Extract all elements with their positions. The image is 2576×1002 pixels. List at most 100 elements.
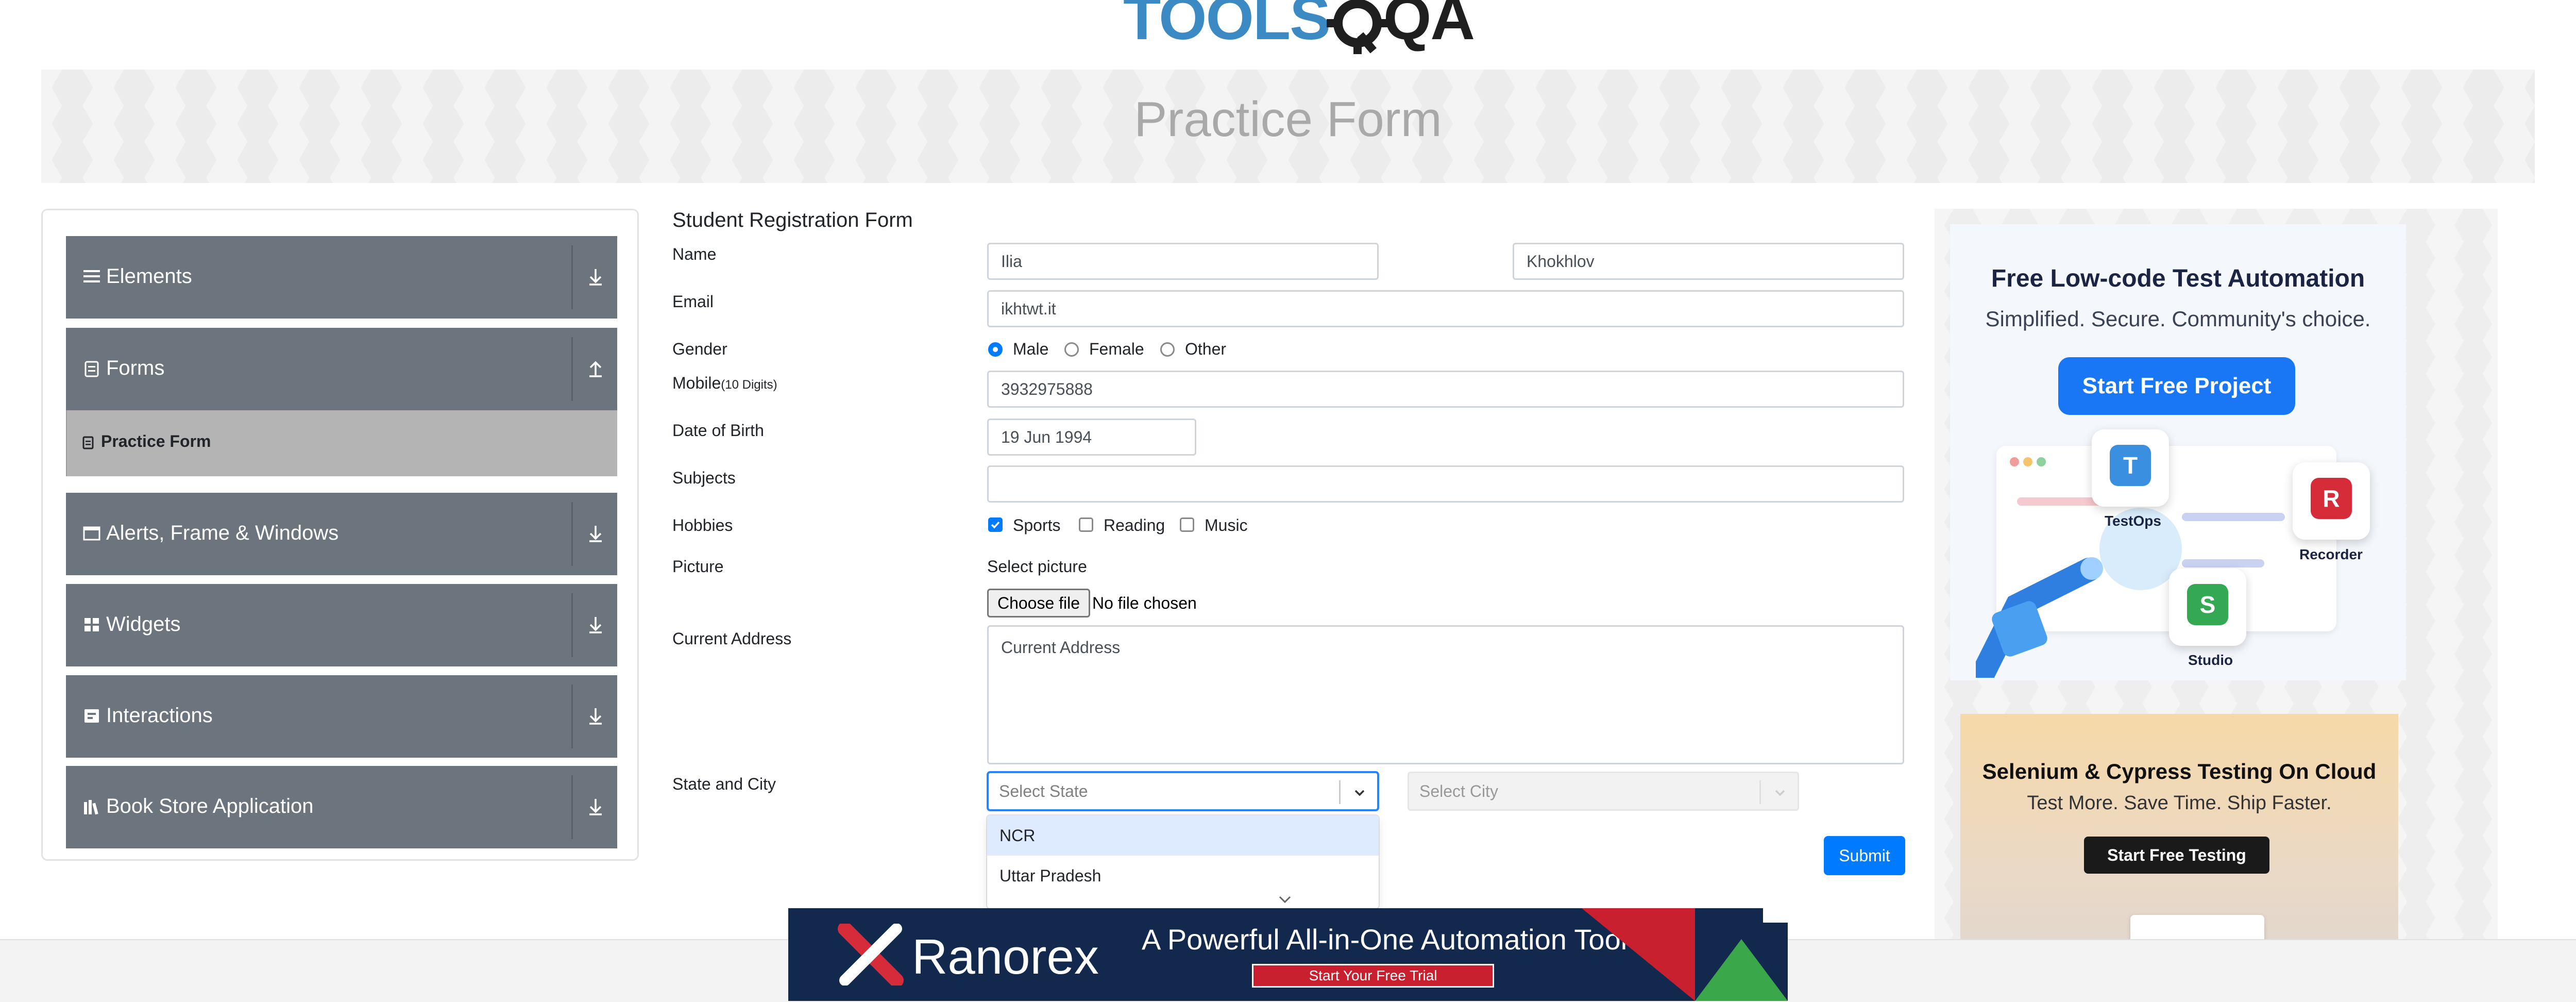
subjects-input[interactable] [987,465,1904,503]
decorative-triangle [1695,939,1788,1001]
grid-icon [84,618,99,631]
sidebar-item-label: Practice Form [101,432,211,450]
start-free-project-button[interactable]: Start Free Project [2058,357,2295,415]
sidebar-group-widgets[interactable]: Widgets [66,584,617,666]
document-icon [82,436,94,449]
mobile-input[interactable]: 3932975888 [987,371,1904,408]
form-icon [84,361,99,377]
recorder-caption: Recorder [2299,546,2363,562]
hobby-music-checkbox[interactable] [1180,517,1194,532]
state-select[interactable]: Select State [987,772,1379,811]
interaction-icon [84,709,99,723]
sidebar-group-label: Book Store Application [106,795,314,817]
hobby-sports-label[interactable]: Sports [1013,516,1060,535]
ad-subtitle: Test More. Save Time. Ship Faster. [2027,792,2332,814]
sidebar-group-label: Forms [106,357,165,379]
gender-female-radio[interactable] [1064,342,1079,357]
email-input[interactable]: ikhtwt.it [987,290,1904,327]
recorder-logo-icon: R [2311,478,2352,519]
state-select-placeholder: Select State [999,782,1088,800]
gender-other-radio[interactable] [1160,342,1175,357]
dob-input[interactable]: 19 Jun 1994 [987,419,1196,456]
logo-suffix: QA [1383,0,1475,53]
start-free-trial-button[interactable]: Start Your Free Trial [1252,964,1494,988]
current-address-textarea[interactable]: Current Address [987,625,1904,764]
mobile-hint: (10 Digits) [721,378,777,392]
download-arrow-icon [589,526,602,542]
form-title: Student Registration Form [672,209,913,231]
mobile-label-text: Mobile [672,374,721,392]
dot [2037,457,2046,466]
ad-title: Selenium & Cypress Testing On Cloud [1982,759,2377,783]
state-option-uttar-pradesh[interactable]: Uttar Pradesh [987,856,1379,896]
hobby-reading-label[interactable]: Reading [1104,516,1165,535]
bar [2182,513,2285,521]
toolsqa-logo[interactable]: TOOLS QA [1123,0,1475,57]
state-option-ncr[interactable]: NCR [987,815,1379,856]
gender-male-label[interactable]: Male [1013,340,1048,359]
hamburger-icon [83,270,100,282]
ad-subtitle: Simplified. Secure. Community's choice. [1985,307,2371,331]
gender-other-label[interactable]: Other [1185,340,1226,359]
hobbies-label: Hobbies [672,516,733,535]
ranorex-ad[interactable]: Ranorex A Powerful All-in-One Automation… [788,908,1788,1001]
hobby-music-label[interactable]: Music [1205,516,1248,535]
first-name-input[interactable]: Ilia [987,243,1379,280]
gender-male-radio[interactable] [988,342,1003,357]
studio-tile: S [2169,569,2246,646]
svg-text:T: T [2123,452,2138,479]
start-free-testing-button[interactable]: Start Free Testing [2084,837,2269,874]
sidebar-group-forms[interactable]: Forms [66,328,617,410]
select-picture-label: Select picture [987,557,1087,576]
testops-tile: T [2092,429,2169,507]
chevron-down-icon [1775,790,1785,796]
adchoices-icon[interactable] [1763,908,1788,923]
hobby-sports-checkbox[interactable] [988,517,1003,532]
divider [571,775,573,839]
divider [571,337,573,401]
sidebar-group-book-store[interactable]: Book Store Application [66,766,617,848]
decorative-triangle [1582,908,1695,1001]
window-icon [83,526,100,541]
ad-tagline: A Powerful All-in-One Automation Tool [1142,923,1628,956]
submit-button[interactable]: Submit [1824,836,1905,875]
ad-brand: Ranorex [912,929,1099,984]
sidebar-item-practice-form[interactable]: Practice Form [66,410,617,476]
upload-arrow-icon [589,361,602,377]
sidebar-group-label: Interactions [106,704,213,727]
checkmark-icon [991,521,1000,529]
sidebar-group-elements[interactable]: Elements [66,236,617,319]
sidebar-group-interactions[interactable]: Interactions [66,675,617,758]
svg-text:S: S [2200,591,2216,618]
email-label: Email [672,292,714,311]
name-label: Name [672,245,717,263]
sidebar-group-label: Alerts, Frame & Windows [106,522,339,544]
choose-file-button[interactable]: Choose file [987,589,1090,617]
city-select-placeholder: Select City [1419,782,1498,800]
download-arrow-icon [589,708,602,725]
studio-caption: Studio [2188,652,2233,668]
scroll-down-icon[interactable] [1276,892,1294,907]
gender-female-label[interactable]: Female [1089,340,1144,359]
bar [2182,559,2264,567]
recorder-tile: R [2293,462,2370,540]
left-sidebar: Elements Forms Practice Form Alerts, Fra… [41,209,639,861]
download-arrow-icon [589,269,602,286]
hobby-reading-checkbox[interactable] [1079,517,1093,532]
divider [571,684,573,748]
subjects-label: Subjects [672,469,736,487]
gear-icon [1327,0,1388,54]
robot-arm-icon [1976,557,2103,678]
dob-label: Date of Birth [672,421,764,440]
city-select[interactable]: Select City [1408,772,1799,811]
ad-title: Free Low-code Test Automation [1991,265,2365,292]
low-code-ad[interactable]: Free Low-code Test Automation Simplified… [1950,224,2406,680]
svg-text:R: R [2323,485,2340,512]
download-arrow-icon [589,799,602,815]
chevron-down-icon[interactable] [1350,783,1369,802]
last-name-input[interactable]: Khokhlov [1513,243,1904,280]
testops-logo-icon: T [2110,445,2151,486]
download-arrow-icon [589,617,602,633]
sidebar-group-alerts[interactable]: Alerts, Frame & Windows [66,493,617,575]
gender-label: Gender [672,340,727,358]
